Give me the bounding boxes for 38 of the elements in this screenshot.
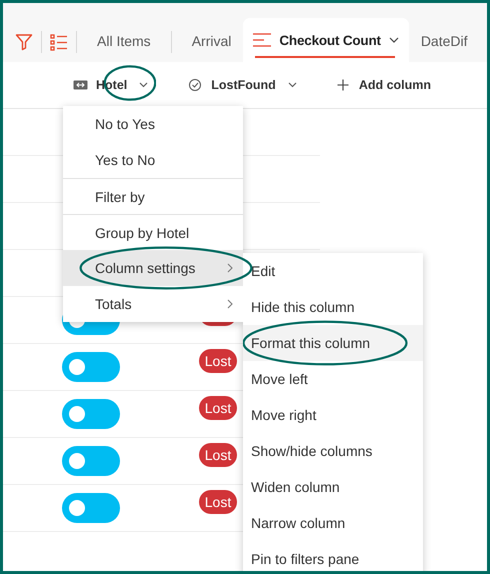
view-tab[interactable]: Arrival [180,20,244,62]
column-header[interactable]: LostFound [184,74,301,96]
menu-item[interactable]: Narrow column [243,505,423,541]
menu-item[interactable]: Yes to No [63,142,243,178]
menu-item[interactable]: Column settings [63,250,243,286]
menu-item[interactable]: Format this column [243,325,423,361]
toggle-switch[interactable] [62,352,120,382]
list-icon[interactable] [50,33,68,51]
status-pill: Lost [199,349,237,373]
menu-item[interactable]: Group by Hotel [63,214,243,250]
status-pill: Lost [199,396,237,420]
menu-item[interactable]: Totals [63,286,243,322]
menu-item[interactable]: Filter by [63,178,243,214]
menu-item[interactable]: Hide this column [243,289,423,325]
view-tab[interactable]: DateDif [408,20,480,62]
status-pill: Lost [199,443,237,467]
lines-icon[interactable] [253,33,272,47]
menu-item[interactable]: Edit [243,253,423,289]
menu-item[interactable]: Move right [243,397,423,433]
menu-item[interactable]: Show/hide columns [243,433,423,469]
view-tab[interactable]: Checkout Count [243,18,409,62]
status-pill: Lost [199,490,237,514]
check-circle-icon [188,79,204,91]
toggle-switch[interactable] [62,446,120,476]
filter-icon[interactable] [15,33,33,51]
chevron-icon[interactable] [388,37,399,43]
chevron-icon [139,82,148,88]
menu-item[interactable]: No to Yes [63,106,243,142]
add-column-button[interactable]: Add column [332,74,436,96]
view-tab[interactable]: All Items [85,20,163,62]
menu-item[interactable]: Pin to filters pane [243,541,423,571]
toggle-switch[interactable] [62,399,120,429]
toggle-switch[interactable] [62,493,120,523]
plus-icon [336,79,349,91]
menu-item[interactable]: Widen column [243,469,423,505]
menu-item[interactable]: Move left [243,361,423,397]
chevron-icon [288,82,297,88]
column-type-icon [73,79,88,91]
